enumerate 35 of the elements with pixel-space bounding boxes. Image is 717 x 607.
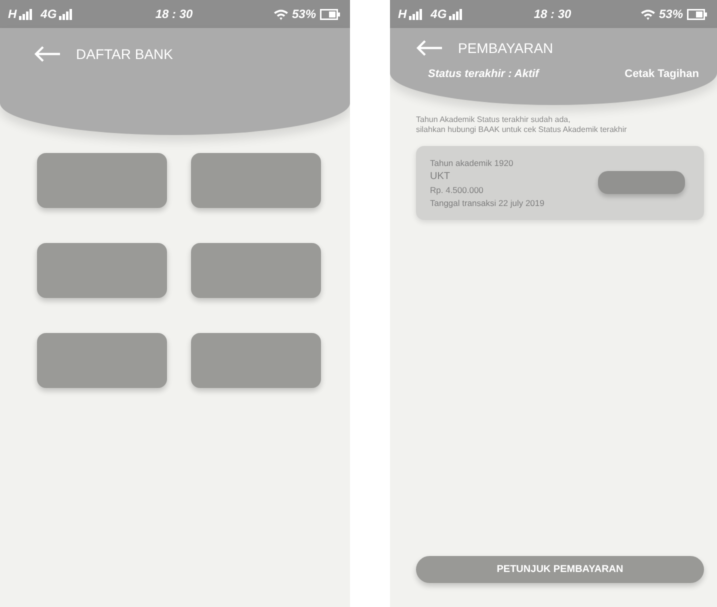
network-label: H [398,7,407,21]
bank-tile[interactable] [37,243,167,298]
pay-button[interactable] [598,171,685,194]
status-label: Status terakhir : Aktif [428,68,539,80]
bill-amount: Rp. 4.500.000 [430,184,484,195]
transaction-date: Tanggal transaksi 22 july 2019 [430,198,544,208]
signal-icon [18,8,32,20]
wifi-icon [274,8,288,20]
bank-tile[interactable] [191,153,321,208]
signal-icon [58,8,72,20]
network-label: 4G [40,7,57,21]
screen-title: PEMBAYARAN [458,40,554,56]
back-arrow-icon[interactable] [34,46,60,62]
bank-tile[interactable] [37,153,167,208]
bank-tile[interactable] [191,333,321,388]
battery-level: 53% [292,7,316,21]
network-label: H [8,7,17,21]
academic-year: Tahun akademik 1920 [430,158,514,168]
wifi-icon [640,8,655,20]
back-arrow-icon[interactable] [416,40,442,56]
payment-guide-button[interactable]: PETUNJUK PEMBAYARAN [416,556,704,583]
signal-icon [448,8,462,20]
bill-type: UKT [430,170,451,182]
battery-icon [687,8,707,20]
clock-time: 18 : 30 [532,7,572,21]
print-bill-link[interactable]: Cetak Tagihan [624,68,699,80]
signal-icon [408,8,422,20]
bank-tile[interactable] [191,243,321,298]
clock-time: 18 : 30 [154,7,194,21]
bank-tile[interactable] [37,333,167,388]
network-label: 4G [430,7,447,21]
notice-text: Tahun Akademik Status terakhir sudah ada, silahkan hubungi BAAK untuk cek Status Akademik terakhir [415,114,628,136]
battery-level: 53% [658,7,683,21]
screen-title: DAFTAR BANK [76,46,173,62]
battery-icon [320,8,340,20]
